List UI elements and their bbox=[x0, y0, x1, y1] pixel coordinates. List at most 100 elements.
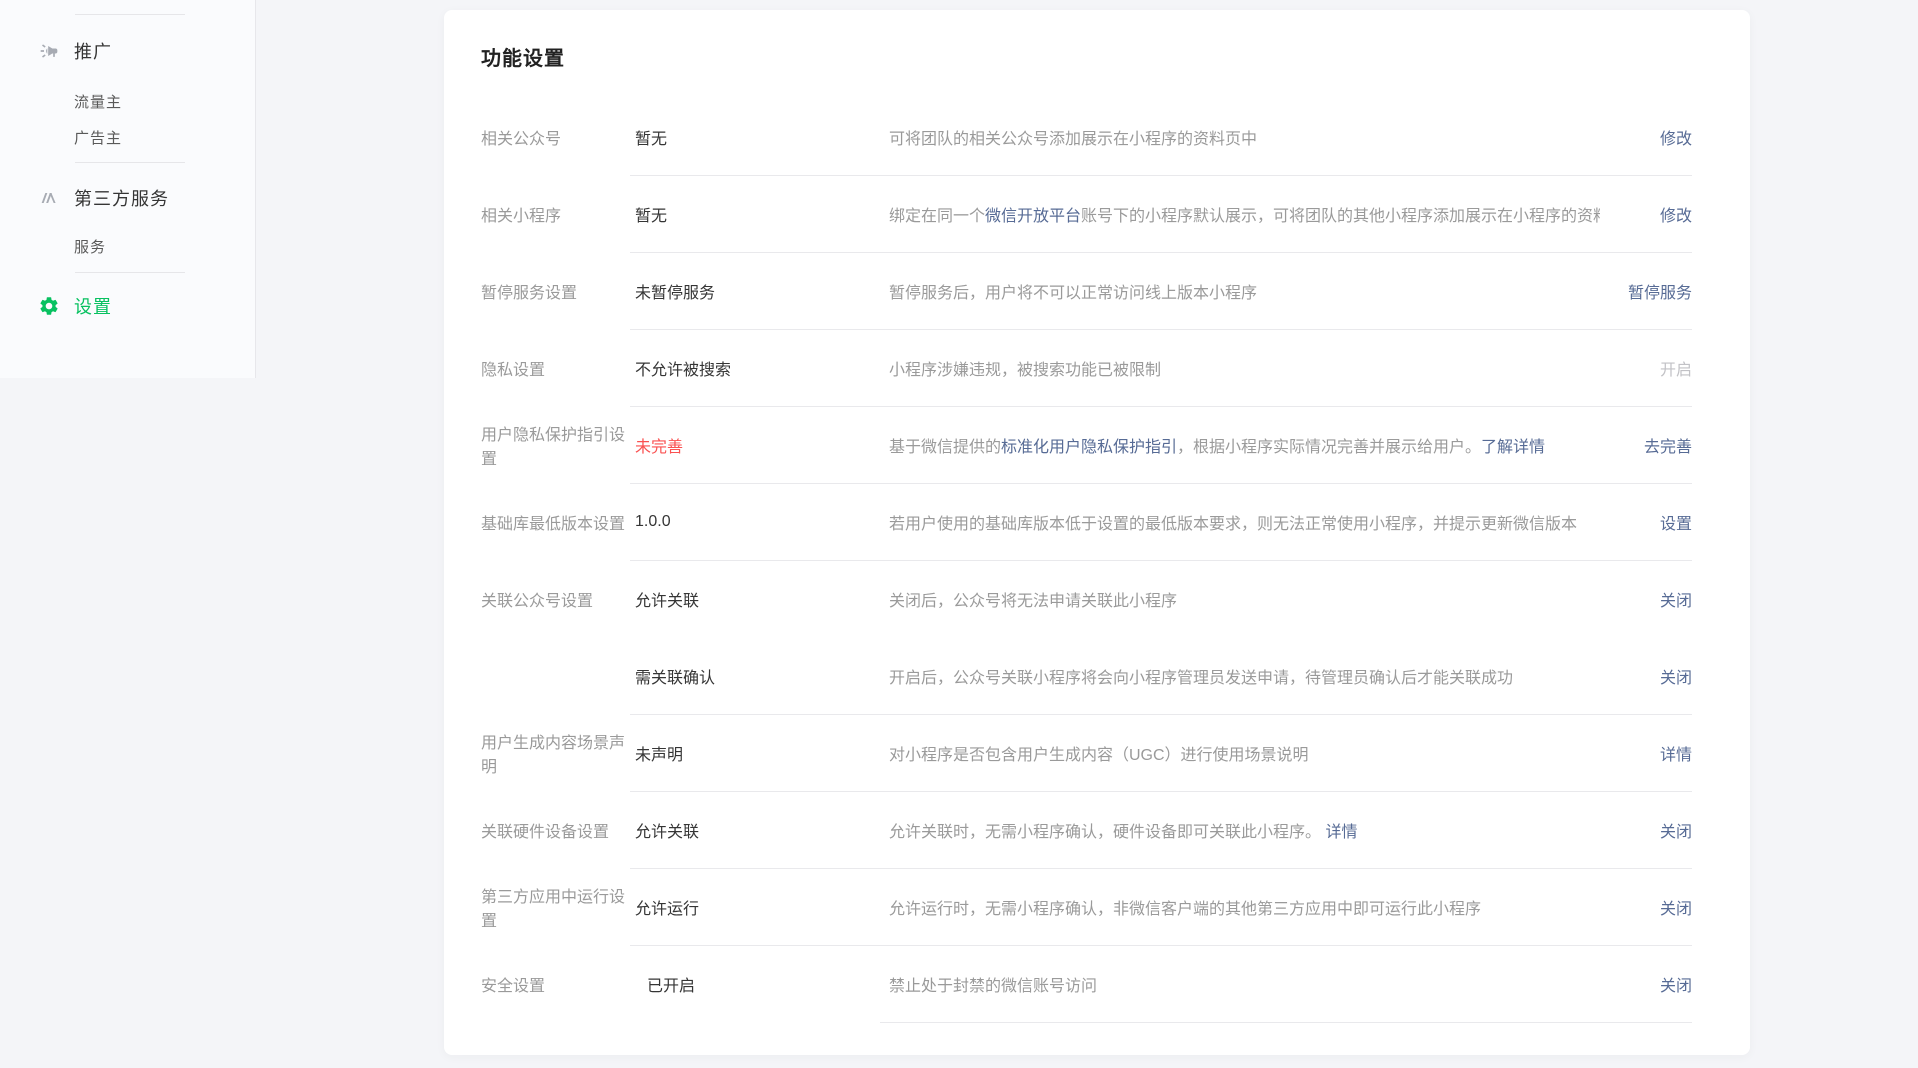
row-action: 修改 bbox=[1660, 202, 1692, 226]
row-value: 暂无 bbox=[635, 125, 881, 149]
sidebar-item-settings[interactable]: 设置 bbox=[0, 292, 255, 320]
description-text: 开启后，公众号关联小程序将会向小程序管理员发送申请，待管理员确认后才能关联成功 bbox=[889, 670, 1513, 687]
row-value: 允许关联 bbox=[635, 818, 881, 842]
row-label: 用户隐私保护指引设置 bbox=[481, 421, 631, 469]
description-inline-link[interactable]: 详情 bbox=[1325, 824, 1357, 841]
row-label: 关联公众号设置 bbox=[481, 587, 631, 611]
page-title: 功能设置 bbox=[444, 10, 1750, 98]
row-description: 可将团队的相关公众号添加展示在小程序的资料页中 bbox=[889, 125, 1600, 149]
row-value: 已开启 bbox=[647, 972, 893, 996]
sidebar-item-service[interactable]: 服务 bbox=[74, 237, 106, 259]
description-text: 若用户使用的基础库版本低于设置的最低版本要求，则无法正常使用小程序，并提示更新微… bbox=[889, 516, 1577, 533]
row-description: 暂停服务后，用户将不可以正常访问线上版本小程序 bbox=[889, 279, 1600, 303]
table-row: 隐私设置 不允许被搜索 小程序涉嫌违规，被搜索功能已被限制 开启 bbox=[444, 329, 1750, 406]
sidebar-item-label: 推广 bbox=[74, 38, 112, 64]
row-action: 关闭 bbox=[1660, 818, 1692, 842]
megaphone-icon bbox=[38, 40, 60, 62]
row-description: 基于微信提供的标准化用户隐私保护指引，根据小程序实际情况完善并展示给用户。了解详… bbox=[889, 433, 1600, 457]
sidebar-item-label: 设置 bbox=[74, 293, 112, 319]
table-row: 用户生成内容场景声明 未声明 对小程序是否包含用户生成内容（UGC）进行使用场景… bbox=[444, 714, 1750, 791]
description-text: 关闭后，公众号将无法申请关联此小程序 bbox=[889, 593, 1177, 610]
row-action: 修改 bbox=[1660, 125, 1692, 149]
sidebar-item-label: 第三方服务 bbox=[74, 185, 169, 211]
row-action-link[interactable]: 修改 bbox=[1660, 208, 1692, 225]
row-value: 未暂停服务 bbox=[635, 279, 881, 303]
sidebar: 推广 流量主 广告主 第三方服务 服务 设置 bbox=[0, 0, 256, 378]
row-label: 安全设置 bbox=[481, 972, 631, 996]
row-label: 基础库最低版本设置 bbox=[481, 510, 631, 534]
table-row: 相关小程序 暂无 绑定在同一个微信开放平台账号下的小程序默认展示，可将团队的其他… bbox=[444, 175, 1750, 252]
table-row: 关联硬件设备设置 允许关联 允许关联时，无需小程序确认，硬件设备即可关联此小程序… bbox=[444, 791, 1750, 868]
row-description: 允许运行时，无需小程序确认，非微信客户端的其他第三方应用中即可运行此小程序 bbox=[889, 895, 1600, 919]
description-text: 可将团队的相关公众号添加展示在小程序的资料页中 bbox=[889, 131, 1257, 148]
description-inline-link[interactable]: 微信开放平台 bbox=[985, 208, 1081, 225]
description-inline-link[interactable]: 了解详情 bbox=[1481, 439, 1545, 456]
row-description: 对小程序是否包含用户生成内容（UGC）进行使用场景说明 bbox=[889, 741, 1600, 765]
row-description: 关闭后，公众号将无法申请关联此小程序 bbox=[889, 587, 1600, 611]
row-action: 暂停服务 bbox=[1628, 279, 1692, 303]
sidebar-item-promotion[interactable]: 推广 bbox=[0, 37, 255, 65]
table-row: 基础库最低版本设置 1.0.0 若用户使用的基础库版本低于设置的最低版本要求，则… bbox=[444, 483, 1750, 560]
row-action: 去完善 bbox=[1644, 433, 1692, 457]
table-row: 关联公众号设置 允许关联 关闭后，公众号将无法申请关联此小程序 关闭 bbox=[444, 560, 1750, 637]
description-text: 禁止处于封禁的微信账号访问 bbox=[889, 978, 1097, 995]
row-value: 未完善 bbox=[635, 433, 881, 457]
row-label: 隐私设置 bbox=[481, 356, 631, 380]
settings-card: 功能设置 相关公众号 暂无 可将团队的相关公众号添加展示在小程序的资料页中 修改… bbox=[444, 10, 1750, 1055]
row-action-link[interactable]: 关闭 bbox=[1660, 824, 1692, 841]
row-action-link[interactable]: 详情 bbox=[1660, 747, 1692, 764]
sidebar-item-advertiser[interactable]: 广告主 bbox=[74, 128, 122, 150]
row-action-link[interactable]: 设置 bbox=[1660, 516, 1692, 533]
row-action: 关闭 bbox=[1660, 972, 1692, 996]
row-action-link[interactable]: 关闭 bbox=[1660, 593, 1692, 610]
row-action-link[interactable]: 关闭 bbox=[1660, 978, 1692, 995]
row-action-link[interactable]: 去完善 bbox=[1644, 439, 1692, 456]
row-description: 绑定在同一个微信开放平台账号下的小程序默认展示，可将团队的其他小程序添加展示在小… bbox=[889, 202, 1600, 226]
row-value: 1.0.0 bbox=[635, 513, 881, 531]
row-label: 用户生成内容场景声明 bbox=[481, 729, 631, 777]
table-row: 暂停服务设置 未暂停服务 暂停服务后，用户将不可以正常访问线上版本小程序 暂停服… bbox=[444, 252, 1750, 329]
row-action: 详情 bbox=[1660, 741, 1692, 765]
description-text: 账号下的小程序默认展示，可将团队的其他小程序添加展示在小程序的资料页中 bbox=[1081, 208, 1600, 225]
sidebar-divider bbox=[75, 14, 185, 15]
sidebar-divider bbox=[75, 272, 185, 273]
row-description: 开启后，公众号关联小程序将会向小程序管理员发送申请，待管理员确认后才能关联成功 bbox=[889, 664, 1600, 688]
row-action-link[interactable]: 关闭 bbox=[1660, 901, 1692, 918]
row-action: 关闭 bbox=[1660, 664, 1692, 688]
row-label: 相关公众号 bbox=[481, 125, 631, 149]
description-text: 绑定在同一个 bbox=[889, 208, 985, 225]
row-label: 暂停服务设置 bbox=[481, 279, 631, 303]
row-action: 关闭 bbox=[1660, 895, 1692, 919]
description-text: 对小程序是否包含用户生成内容（UGC）进行使用场景说明 bbox=[889, 747, 1309, 764]
row-value: 允许运行 bbox=[635, 895, 881, 919]
sidebar-divider bbox=[75, 162, 185, 163]
row-label: 关联硬件设备设置 bbox=[481, 818, 631, 842]
row-description: 若用户使用的基础库版本低于设置的最低版本要求，则无法正常使用小程序，并提示更新微… bbox=[889, 510, 1600, 534]
row-value: 需关联确认 bbox=[635, 664, 881, 688]
row-label: 第三方应用中运行设置 bbox=[481, 883, 631, 931]
row-description: 禁止处于封禁的微信账号访问 bbox=[889, 972, 1600, 996]
row-value: 未声明 bbox=[635, 741, 881, 765]
table-row: 需关联确认 开启后，公众号关联小程序将会向小程序管理员发送申请，待管理员确认后才… bbox=[444, 637, 1750, 714]
table-bottom-divider bbox=[880, 1022, 1692, 1023]
sidebar-item-third-party-services[interactable]: 第三方服务 bbox=[0, 184, 255, 212]
gear-icon bbox=[38, 295, 60, 317]
row-action: 关闭 bbox=[1660, 587, 1692, 611]
row-description: 小程序涉嫌违规，被搜索功能已被限制 bbox=[889, 356, 1600, 380]
table-row: 相关公众号 暂无 可将团队的相关公众号添加展示在小程序的资料页中 修改 bbox=[444, 98, 1750, 175]
row-description: 允许关联时，无需小程序确认，硬件设备即可关联此小程序。 详情 bbox=[889, 818, 1600, 842]
table-row: 第三方应用中运行设置 允许运行 允许运行时，无需小程序确认，非微信客户端的其他第… bbox=[444, 868, 1750, 945]
row-action-link[interactable]: 修改 bbox=[1660, 131, 1692, 148]
description-text: 暂停服务后，用户将不可以正常访问线上版本小程序 bbox=[889, 285, 1257, 302]
row-value: 暂无 bbox=[635, 202, 881, 226]
description-text: 基于微信提供的 bbox=[889, 439, 1001, 456]
settings-table: 相关公众号 暂无 可将团队的相关公众号添加展示在小程序的资料页中 修改 相关小程… bbox=[444, 98, 1750, 1022]
description-text: 允许关联时，无需小程序确认，硬件设备即可关联此小程序。 bbox=[889, 824, 1325, 841]
row-action-link[interactable]: 暂停服务 bbox=[1628, 285, 1692, 302]
row-action-link[interactable]: 关闭 bbox=[1660, 670, 1692, 687]
row-value: 允许关联 bbox=[635, 587, 881, 611]
description-inline-link[interactable]: 标准化用户隐私保护指引 bbox=[1001, 439, 1177, 456]
table-row: 用户隐私保护指引设置 未完善 基于微信提供的标准化用户隐私保护指引，根据小程序实… bbox=[444, 406, 1750, 483]
description-text: 小程序涉嫌违规，被搜索功能已被限制 bbox=[889, 362, 1161, 379]
sidebar-item-traffic[interactable]: 流量主 bbox=[74, 92, 122, 114]
